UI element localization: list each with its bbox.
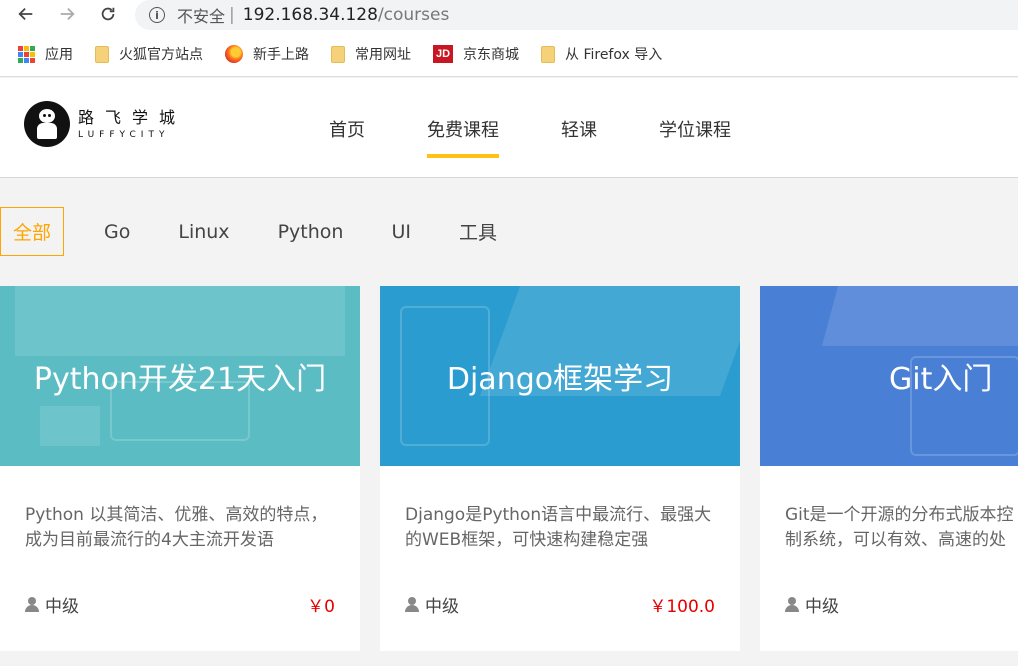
course-banner[interactable]: Django框架学习 (380, 286, 740, 466)
site-logo[interactable]: 路飞学城 LUFFYCITY (24, 101, 186, 147)
bookmark-label: 常用网址 (355, 47, 411, 63)
back-arrow-icon[interactable] (14, 2, 38, 26)
folder-icon (541, 45, 555, 63)
user-icon (25, 597, 39, 612)
url-separator: | (229, 5, 235, 25)
course-level-label: 中级 (45, 597, 79, 617)
folder-icon (331, 45, 345, 63)
course-level: 中级 (405, 592, 459, 617)
luffy-logo-icon (24, 101, 70, 147)
filter-ui[interactable]: UI (391, 221, 411, 243)
course-banner-title: Git入门 (889, 362, 993, 397)
course-banner-title: Python开发21天入门 (33, 362, 327, 397)
nav-home[interactable]: 首页 (329, 116, 365, 142)
address-bar[interactable]: i 不安全 | 192.168.34.128/courses (135, 0, 1018, 30)
course-card[interactable]: Git入门 Git是一个开源的分布式版本控制系统，可以有效、高速的处理从 中级 (760, 286, 1018, 651)
bookmark-common-sites[interactable]: 常用网址 (331, 44, 411, 64)
firefox-icon (225, 45, 243, 63)
user-icon (405, 597, 419, 612)
bookmark-label: 从 Firefox 导入 (565, 47, 663, 63)
forward-arrow-icon[interactable] (55, 2, 79, 26)
course-card[interactable]: Django框架学习 Django是Python语言中最流行、最强大的WEB框架… (380, 286, 740, 651)
user-icon (785, 597, 799, 612)
course-price: ￥100.0 (649, 597, 715, 617)
nav-degree-courses[interactable]: 学位课程 (659, 116, 731, 142)
bookmark-jd[interactable]: JD 京东商城 (433, 44, 519, 64)
nav-light-courses[interactable]: 轻课 (561, 116, 597, 142)
course-banner-title: Django框架学习 (446, 362, 674, 397)
course-level: 中级 (785, 592, 839, 617)
bookmark-label: 新手上路 (253, 47, 309, 63)
course-card[interactable]: Python开发21天入门 Python 以其简洁、优雅、高效的特点，成为目前最… (0, 286, 360, 651)
category-filters: 全部 Go Linux Python UI 工具 (0, 207, 545, 256)
course-description: Python 以其简洁、优雅、高效的特点，成为目前最流行的4大主流开发语 (25, 505, 328, 550)
bookmark-label: 应用 (45, 47, 73, 63)
url-host: 192.168.34.128 (242, 5, 378, 25)
info-icon[interactable]: i (149, 7, 165, 23)
url-path: /courses (377, 5, 450, 25)
bookmark-label: 京东商城 (463, 47, 519, 63)
course-level-label: 中级 (805, 597, 839, 617)
bookmark-getting-started[interactable]: 新手上路 (225, 44, 309, 64)
filter-python[interactable]: Python (278, 221, 344, 243)
course-description: Django是Python语言中最流行、最强大的WEB框架，可快速构建稳定强 (405, 505, 712, 550)
insecure-label: 不安全 (177, 7, 226, 26)
logo-text-en: LUFFYCITY (78, 129, 170, 140)
site-header: 路飞学城 LUFFYCITY 首页 免费课程 轻课 学位课程 (0, 78, 1018, 178)
filter-tools[interactable]: 工具 (459, 218, 497, 245)
main-nav: 首页 免费课程 轻课 学位课程 (329, 116, 793, 158)
logo-text-cn: 路飞学城 (78, 107, 187, 127)
filter-go[interactable]: Go (104, 221, 130, 243)
filter-all[interactable]: 全部 (0, 207, 64, 256)
apps-grid-icon (18, 45, 35, 63)
course-banner[interactable]: Python开发21天入门 (0, 286, 360, 466)
folder-icon (95, 45, 109, 63)
course-level-label: 中级 (425, 597, 459, 617)
course-price: ￥0 (307, 597, 335, 617)
course-description: Git是一个开源的分布式版本控制系统，可以有效、高速的处理从 (785, 505, 1014, 550)
bookmark-import-firefox[interactable]: 从 Firefox 导入 (541, 44, 662, 64)
bookmark-apps[interactable]: 应用 (18, 44, 73, 64)
course-banner[interactable]: Git入门 (760, 286, 1018, 466)
bookmark-label: 火狐官方站点 (119, 47, 203, 63)
reload-icon[interactable] (96, 2, 120, 26)
bookmark-firefox-site[interactable]: 火狐官方站点 (95, 44, 203, 64)
bookmarks-bar: 应用 火狐官方站点 新手上路 常用网址 JD 京东商城 从 Firefox 导入 (18, 42, 684, 66)
jd-icon: JD (433, 45, 453, 63)
browser-chrome: i 不安全 | 192.168.34.128/courses 应用 火狐官方站点… (0, 0, 1018, 77)
nav-free-courses[interactable]: 免费课程 (427, 116, 499, 158)
filter-linux[interactable]: Linux (178, 221, 229, 243)
course-level: 中级 (25, 592, 79, 617)
